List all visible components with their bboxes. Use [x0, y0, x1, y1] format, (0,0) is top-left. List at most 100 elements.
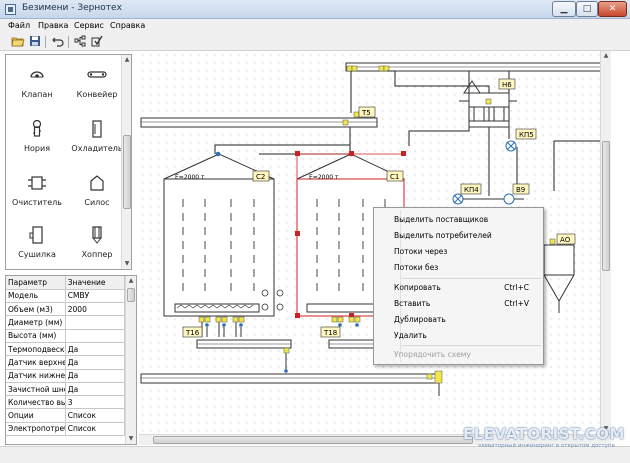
property-value[interactable]: Список — [65, 408, 126, 423]
menu-item-flows-through[interactable]: Потоки через — [394, 247, 447, 256]
palette-item-cleaner[interactable]: Очиститель — [8, 173, 66, 207]
canvas-vscrollbar[interactable]: ▲ ▼ — [600, 51, 611, 434]
valve-kp5[interactable]: КП5 — [505, 128, 537, 152]
property-grid: Параметр Значение Модель СМВУ Объем (м3) 2… — [5, 275, 137, 445]
palette-scrollbar[interactable]: ▲ ▼ — [121, 55, 131, 269]
scroll-up-icon[interactable]: ▲ — [126, 276, 136, 286]
close-button[interactable]: ✕ — [598, 1, 627, 17]
element-palette: Клапан Конвейер Нория Охладитель Очистит… — [5, 54, 132, 270]
menu-item-select-consumers[interactable]: Выделить потребителей — [394, 231, 492, 240]
property-value[interactable] — [65, 329, 126, 343]
menu-edit[interactable]: Правка — [38, 21, 68, 30]
menu-item-select-suppliers[interactable]: Выделить поставщиков — [394, 215, 488, 224]
label-c1: С1 — [390, 173, 399, 181]
property-name: Количество выхо — [6, 395, 66, 410]
valve-b9[interactable]: В9 — [503, 183, 530, 205]
palette-item-dryer[interactable]: Сушилка — [8, 225, 66, 259]
property-name: Опции — [6, 408, 66, 423]
app-icon — [5, 4, 16, 15]
menu-help[interactable]: Справка — [110, 21, 145, 30]
label-h6: Н6 — [502, 81, 512, 89]
undo-icon[interactable] — [50, 35, 65, 49]
conveyor-t16[interactable]: Т16 — [182, 326, 292, 373]
property-value[interactable]: СМВУ — [65, 289, 126, 304]
scrollbar-thumb[interactable] — [127, 288, 135, 302]
toolbar-separator — [68, 36, 69, 48]
window-title: Безимени - Зернотех — [22, 3, 122, 13]
valve-kp4[interactable]: КП4 — [452, 183, 504, 205]
menu-item-copy[interactable]: Копировать — [394, 283, 441, 292]
palette-item-silo[interactable]: Силос — [68, 173, 126, 207]
table-row[interactable]: Объем (м3) 2000 — [6, 302, 126, 317]
property-value[interactable]: 2000 — [65, 302, 126, 317]
watermark-subtitle: элеваторный инжиниринг в открытом доступ… — [478, 443, 615, 449]
conveyor-bottom[interactable] — [140, 373, 440, 384]
watermark: ELEVATORIST.COM — [463, 425, 625, 443]
save-icon[interactable] — [27, 35, 42, 49]
table-row[interactable]: Зачистной шнекДа — [6, 382, 126, 397]
table-row[interactable]: Опции Список — [6, 408, 126, 423]
property-name: Электропотребит — [6, 422, 66, 437]
table-row[interactable]: Модель СМВУ — [6, 289, 126, 304]
table-row[interactable]: Датчик верхнег Да — [6, 355, 126, 370]
silo-c2[interactable]: С2 Е=2000 т — [163, 151, 284, 337]
palette-item-cooler[interactable]: Охладитель — [68, 119, 126, 153]
table-row[interactable]: Диаметр (мм) — [6, 315, 126, 330]
conveyor-icon — [87, 71, 107, 78]
check-icon[interactable] — [89, 35, 104, 49]
table-row[interactable]: Термоподвески Да — [6, 342, 126, 357]
open-folder-icon[interactable] — [10, 35, 25, 49]
scrollbar-thumb[interactable] — [153, 436, 473, 444]
property-value[interactable]: Да — [65, 342, 126, 357]
minimize-button[interactable]: ▁ — [552, 1, 576, 17]
label-ao: АО — [560, 236, 571, 244]
column-header: Значение — [65, 276, 126, 290]
context-menu: Выделить поставщиков Выделить потребител… — [373, 207, 544, 365]
palette-item-hopper[interactable]: Хоппер — [68, 225, 126, 259]
property-name: Датчик верхнег — [6, 355, 66, 370]
menu-item-flows-without[interactable]: Потоки без — [394, 263, 438, 272]
conveyor-t5[interactable]: Т5 — [140, 106, 378, 128]
menu-file[interactable]: Файл — [8, 21, 30, 30]
label-c2: С2 — [256, 173, 265, 181]
label-kp5: КП5 — [519, 131, 534, 139]
property-value[interactable]: Да — [65, 355, 126, 370]
menu-item-paste[interactable]: Вставить — [394, 299, 430, 308]
equipment-ao[interactable]: АО — [543, 233, 576, 313]
menu-item-duplicate[interactable]: Дублировать — [394, 315, 446, 324]
table-row[interactable]: ЭлектропотребитСписок — [6, 422, 126, 437]
scrollbar-thumb[interactable] — [123, 135, 131, 209]
toolbar — [0, 33, 630, 51]
property-value[interactable]: Да — [65, 382, 126, 397]
tree-icon[interactable] — [72, 35, 87, 49]
connectors — [214, 70, 605, 196]
table-row[interactable]: Количество выхо3 — [6, 395, 126, 410]
maximize-button[interactable]: □ — [576, 1, 598, 17]
property-name: Диаметр (мм) — [6, 315, 66, 330]
label-kp4: КП4 — [464, 186, 479, 194]
scroll-up-icon[interactable]: ▲ — [122, 55, 131, 65]
scrollbar-thumb[interactable] — [602, 141, 610, 271]
palette-item-valve[interactable]: Клапан — [8, 65, 66, 99]
scroll-down-icon[interactable]: ▼ — [126, 434, 136, 444]
property-name: Модель — [6, 289, 66, 304]
scroll-down-icon[interactable]: ▼ — [122, 259, 131, 269]
property-scrollbar[interactable]: ▲ ▼ — [125, 276, 136, 444]
palette-item-conveyor[interactable]: Конвейер — [68, 65, 126, 99]
label-t16: Т16 — [185, 329, 200, 337]
table-row[interactable]: Датчик нижнегоДа — [6, 369, 126, 383]
property-name: Термоподвески — [6, 342, 66, 357]
dryer-icon — [29, 226, 43, 244]
property-value[interactable] — [65, 315, 126, 330]
property-value[interactable]: Список — [65, 422, 126, 437]
table-row[interactable]: Высота (мм) — [6, 329, 126, 343]
palette-item-elevator[interactable]: Нория — [8, 119, 66, 153]
property-name: Объем (м3) — [6, 302, 66, 317]
menu-service[interactable]: Сервис — [74, 21, 104, 30]
property-value[interactable]: 3 — [65, 395, 126, 410]
menu-item-delete[interactable]: Удалить — [394, 331, 427, 340]
toolbar-separator — [45, 36, 46, 48]
menu-separator — [402, 345, 541, 346]
scroll-up-icon[interactable]: ▲ — [601, 51, 611, 61]
property-value[interactable]: Да — [65, 369, 126, 383]
